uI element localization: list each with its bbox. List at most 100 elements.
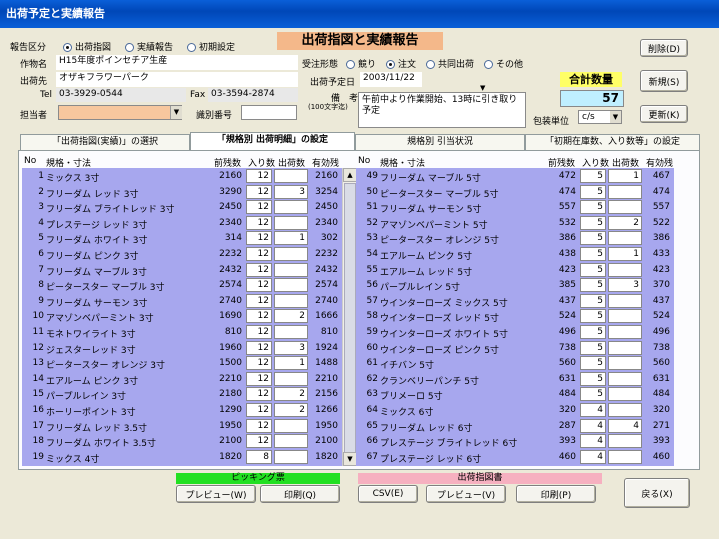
scroll-thumb[interactable]: [344, 183, 356, 453]
qty-per-case-input[interactable]: 12: [246, 356, 272, 371]
delete-button[interactable]: 削除(D): [640, 39, 688, 57]
work-field[interactable]: H15年度ポインセチア生産: [56, 55, 298, 70]
qty-per-case-input[interactable]: 12: [246, 309, 272, 324]
radio-icon[interactable]: [484, 60, 494, 69]
qty-per-case-input[interactable]: 4: [580, 418, 606, 433]
qty-per-case-input[interactable]: 5: [580, 200, 606, 215]
qty-per-case-input[interactable]: 12: [246, 403, 272, 417]
order-radio-3[interactable]: その他: [484, 60, 523, 70]
doc-preview-button[interactable]: プレビュー(V): [426, 485, 506, 503]
table-row: 55 エアルーム レッド 5寸 423 5 423: [356, 262, 674, 279]
order-radio-1[interactable]: 注文: [386, 60, 416, 70]
picking-label: ピッキング票: [176, 473, 340, 484]
radio-icon[interactable]: [187, 43, 197, 52]
qty-per-case-input[interactable]: 5: [580, 231, 606, 246]
scroll-up-icon[interactable]: ▲: [343, 168, 357, 182]
radio-icon[interactable]: [426, 60, 436, 69]
qty-per-case-input[interactable]: 5: [580, 184, 606, 199]
qty-per-case-input[interactable]: 12: [246, 200, 272, 215]
prev-remaining: 2232: [219, 249, 242, 259]
qty-per-case-input[interactable]: 5: [580, 262, 606, 277]
qty-per-case-input[interactable]: 5: [580, 325, 606, 339]
qty-per-case-input[interactable]: 12: [246, 215, 272, 230]
unit-chevron-down-icon[interactable]: ▼: [610, 111, 621, 123]
fax-field[interactable]: 03-3594-2874: [208, 88, 298, 102]
tab-initial-setting[interactable]: 「初期在庫数、入り数等」の設定: [525, 134, 700, 150]
table-row: 14 エアルーム ピンク 3寸 2210 12 2210: [22, 371, 342, 388]
qty-per-case-input[interactable]: 12: [246, 340, 272, 355]
qty-per-case-input[interactable]: 12: [246, 169, 272, 183]
qty-per-case-input[interactable]: 12: [246, 325, 272, 339]
prev-remaining: 437: [558, 295, 576, 306]
prev-remaining: 2340: [219, 217, 242, 228]
window-title: 出荷予定と実績報告: [0, 0, 719, 28]
doc-print-button[interactable]: 印刷(P): [516, 485, 596, 503]
qty-per-case-input[interactable]: 12: [246, 371, 272, 386]
row-number: 14: [32, 373, 44, 384]
row-number: 67: [366, 451, 378, 462]
table-row: 53 ピータースター オレンジ 5寸 386 5 386: [356, 230, 674, 247]
tab-allocation[interactable]: 規格別 引当状況: [355, 134, 525, 150]
qty-per-case-input[interactable]: 5: [580, 278, 606, 293]
order-radio-2[interactable]: 共同出荷: [426, 60, 474, 70]
csv-button[interactable]: CSV(E): [358, 485, 418, 503]
radio-icon[interactable]: [125, 43, 135, 52]
report-radio-0[interactable]: 出荷指図: [63, 43, 111, 53]
chevron-down-icon[interactable]: ▼: [170, 106, 182, 119]
radio-icon[interactable]: [63, 43, 72, 52]
prev-remaining: 2432: [219, 264, 242, 275]
qty-per-case-input[interactable]: 5: [580, 371, 606, 386]
left-scrollbar[interactable]: ▲ ▼: [342, 168, 357, 466]
qty-per-case-input[interactable]: 4: [580, 403, 606, 417]
qty-per-case-input[interactable]: 12: [246, 262, 272, 277]
id-field[interactable]: [241, 105, 297, 120]
tel-field[interactable]: 03-3929-0544: [56, 88, 186, 102]
qty-per-case-input[interactable]: 12: [246, 293, 272, 308]
table-row: 5 フリーダム ホワイト 3寸 314 12 1 302: [22, 230, 342, 247]
qty-per-case-input[interactable]: 4: [580, 449, 606, 464]
valid-remaining: 557: [652, 202, 670, 213]
note-textarea[interactable]: 午前中より作業開始、13時に引き取り予定: [358, 92, 526, 128]
report-radio-1[interactable]: 実績報告: [125, 43, 173, 53]
tab-detail-setting[interactable]: 「規格別 出荷明細」の設定: [190, 132, 355, 151]
radio-icon[interactable]: [386, 60, 396, 69]
row-number: 52: [366, 217, 378, 228]
qty-per-case-input[interactable]: 12: [246, 184, 272, 199]
prev-remaining: 3290: [219, 186, 242, 197]
date-field[interactable]: 2003/11/22: [360, 72, 422, 87]
qty-per-case-input[interactable]: 5: [580, 293, 606, 308]
qty-per-case-input[interactable]: 12: [246, 387, 272, 402]
qty-per-case-input[interactable]: 12: [246, 231, 272, 246]
qty-per-case-input[interactable]: 4: [580, 434, 606, 449]
report-radio-2[interactable]: 初期設定: [187, 43, 235, 53]
date-label: 出荷予定日: [310, 78, 356, 88]
qty-per-case-input[interactable]: 5: [580, 169, 606, 183]
picking-print-button[interactable]: 印刷(Q): [260, 485, 340, 503]
order-radio-0[interactable]: 競り: [346, 60, 376, 70]
tab-order-select[interactable]: 「出荷指図(実績)」の選択: [20, 134, 190, 150]
qty-per-case-input[interactable]: 5: [580, 340, 606, 355]
scroll-down-icon[interactable]: ▼: [343, 452, 357, 466]
qty-per-case-input[interactable]: 12: [246, 247, 272, 261]
row-number: 60: [366, 342, 378, 353]
new-button[interactable]: 新規(S): [640, 70, 688, 92]
qty-per-case-input[interactable]: 5: [580, 247, 606, 261]
radio-icon[interactable]: [346, 60, 355, 69]
picking-preview-button[interactable]: プレビュー(W): [176, 485, 256, 503]
qty-per-case-input[interactable]: 5: [580, 387, 606, 402]
person-select[interactable]: [58, 105, 182, 120]
back-button[interactable]: 戻る(X): [624, 478, 690, 508]
update-button[interactable]: 更新(K): [640, 105, 688, 123]
qty-per-case-input[interactable]: 5: [580, 215, 606, 230]
qty-per-case-input[interactable]: 12: [246, 434, 272, 449]
qty-per-case-input[interactable]: 12: [246, 418, 272, 433]
valid-remaining: 423: [652, 264, 670, 275]
qty-per-case-input[interactable]: 12: [246, 278, 272, 293]
valid-remaining: 560: [652, 358, 670, 369]
qty-per-case-input[interactable]: 5: [580, 309, 606, 324]
qty-per-case-input[interactable]: 5: [580, 356, 606, 371]
prev-remaining: 474: [558, 186, 576, 197]
dest-field[interactable]: オザキフラワーパーク: [56, 72, 298, 87]
report-radio-label: 出荷指図: [75, 43, 112, 53]
qty-per-case-input[interactable]: 8: [246, 449, 272, 464]
